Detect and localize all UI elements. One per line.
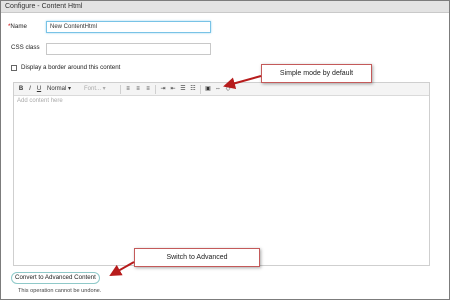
callout-arrows <box>109 75 262 276</box>
simple-mode-arrow <box>223 75 262 90</box>
switch-advanced-arrow <box>109 261 135 276</box>
